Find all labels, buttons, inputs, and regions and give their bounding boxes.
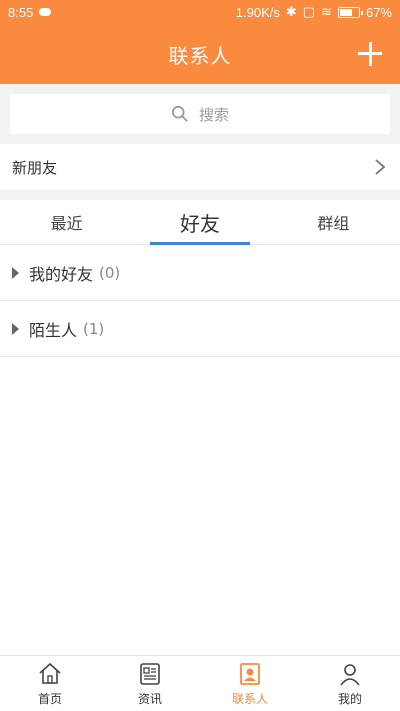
nav-contacts[interactable]: 联系人 xyxy=(200,656,300,711)
header-bar: 联系人 xyxy=(0,24,400,84)
expand-arrow-icon xyxy=(12,322,19,335)
group-count: (0) xyxy=(99,263,121,282)
nav-news[interactable]: 资讯 xyxy=(100,656,200,711)
nav-news-label: 资讯 xyxy=(137,691,162,706)
nav-contacts-label: 联系人 xyxy=(231,691,268,706)
tab-friends[interactable]: 好友 xyxy=(133,200,266,245)
notification-icon xyxy=(39,8,52,16)
section-divider xyxy=(0,190,400,200)
sim-icon: ▢ xyxy=(302,4,316,19)
wifi-icon: ≋ xyxy=(321,4,332,19)
group-count: (1) xyxy=(83,319,105,338)
search-placeholder: 搜索 xyxy=(198,105,229,124)
profile-icon xyxy=(340,663,360,685)
nav-home-label: 首页 xyxy=(37,691,62,706)
bluetooth-icon: ✱ xyxy=(285,4,297,19)
tab-groups-label: 群组 xyxy=(317,214,350,233)
search-container: 搜索 xyxy=(0,84,400,144)
plus-icon[interactable] xyxy=(356,40,384,68)
chevron-right-icon xyxy=(375,159,386,175)
contacts-icon xyxy=(240,662,260,685)
status-bar: 8:55 1.90K/s ✱ ▢ ≋ 67% xyxy=(0,0,400,24)
battery-icon xyxy=(337,6,363,18)
expand-arrow-icon xyxy=(12,266,19,279)
group-my-friends[interactable]: 我的好友 (0) xyxy=(0,245,400,301)
search-icon xyxy=(171,105,188,122)
network-speed: 1.90K/s xyxy=(235,4,280,20)
group-name: 陌生人 xyxy=(29,320,78,340)
nav-profile[interactable]: 我的 xyxy=(300,656,400,711)
search-input[interactable]: 搜索 xyxy=(10,94,390,134)
tab-groups[interactable]: 群组 xyxy=(267,200,400,244)
tab-friends-label: 好友 xyxy=(179,211,220,236)
nav-home[interactable]: 首页 xyxy=(0,656,100,711)
tab-recent[interactable]: 最近 xyxy=(0,200,133,244)
group-name: 我的好友 xyxy=(29,264,94,284)
bottom-navigation: 首页 资讯 联系人 我的 xyxy=(0,655,400,711)
home-icon xyxy=(39,662,61,684)
battery-percent: 67% xyxy=(365,4,392,20)
tab-recent-label: 最近 xyxy=(50,214,83,233)
new-friends-row[interactable]: 新朋友 xyxy=(0,144,400,190)
tab-bar: 最近 好友 群组 xyxy=(0,200,400,245)
new-friends-label: 新朋友 xyxy=(12,158,58,177)
page-title: 联系人 xyxy=(168,43,232,68)
status-time: 8:55 xyxy=(8,4,34,20)
group-strangers[interactable]: 陌生人 (1) xyxy=(0,301,400,357)
news-icon xyxy=(140,662,160,685)
nav-profile-label: 我的 xyxy=(337,691,362,706)
